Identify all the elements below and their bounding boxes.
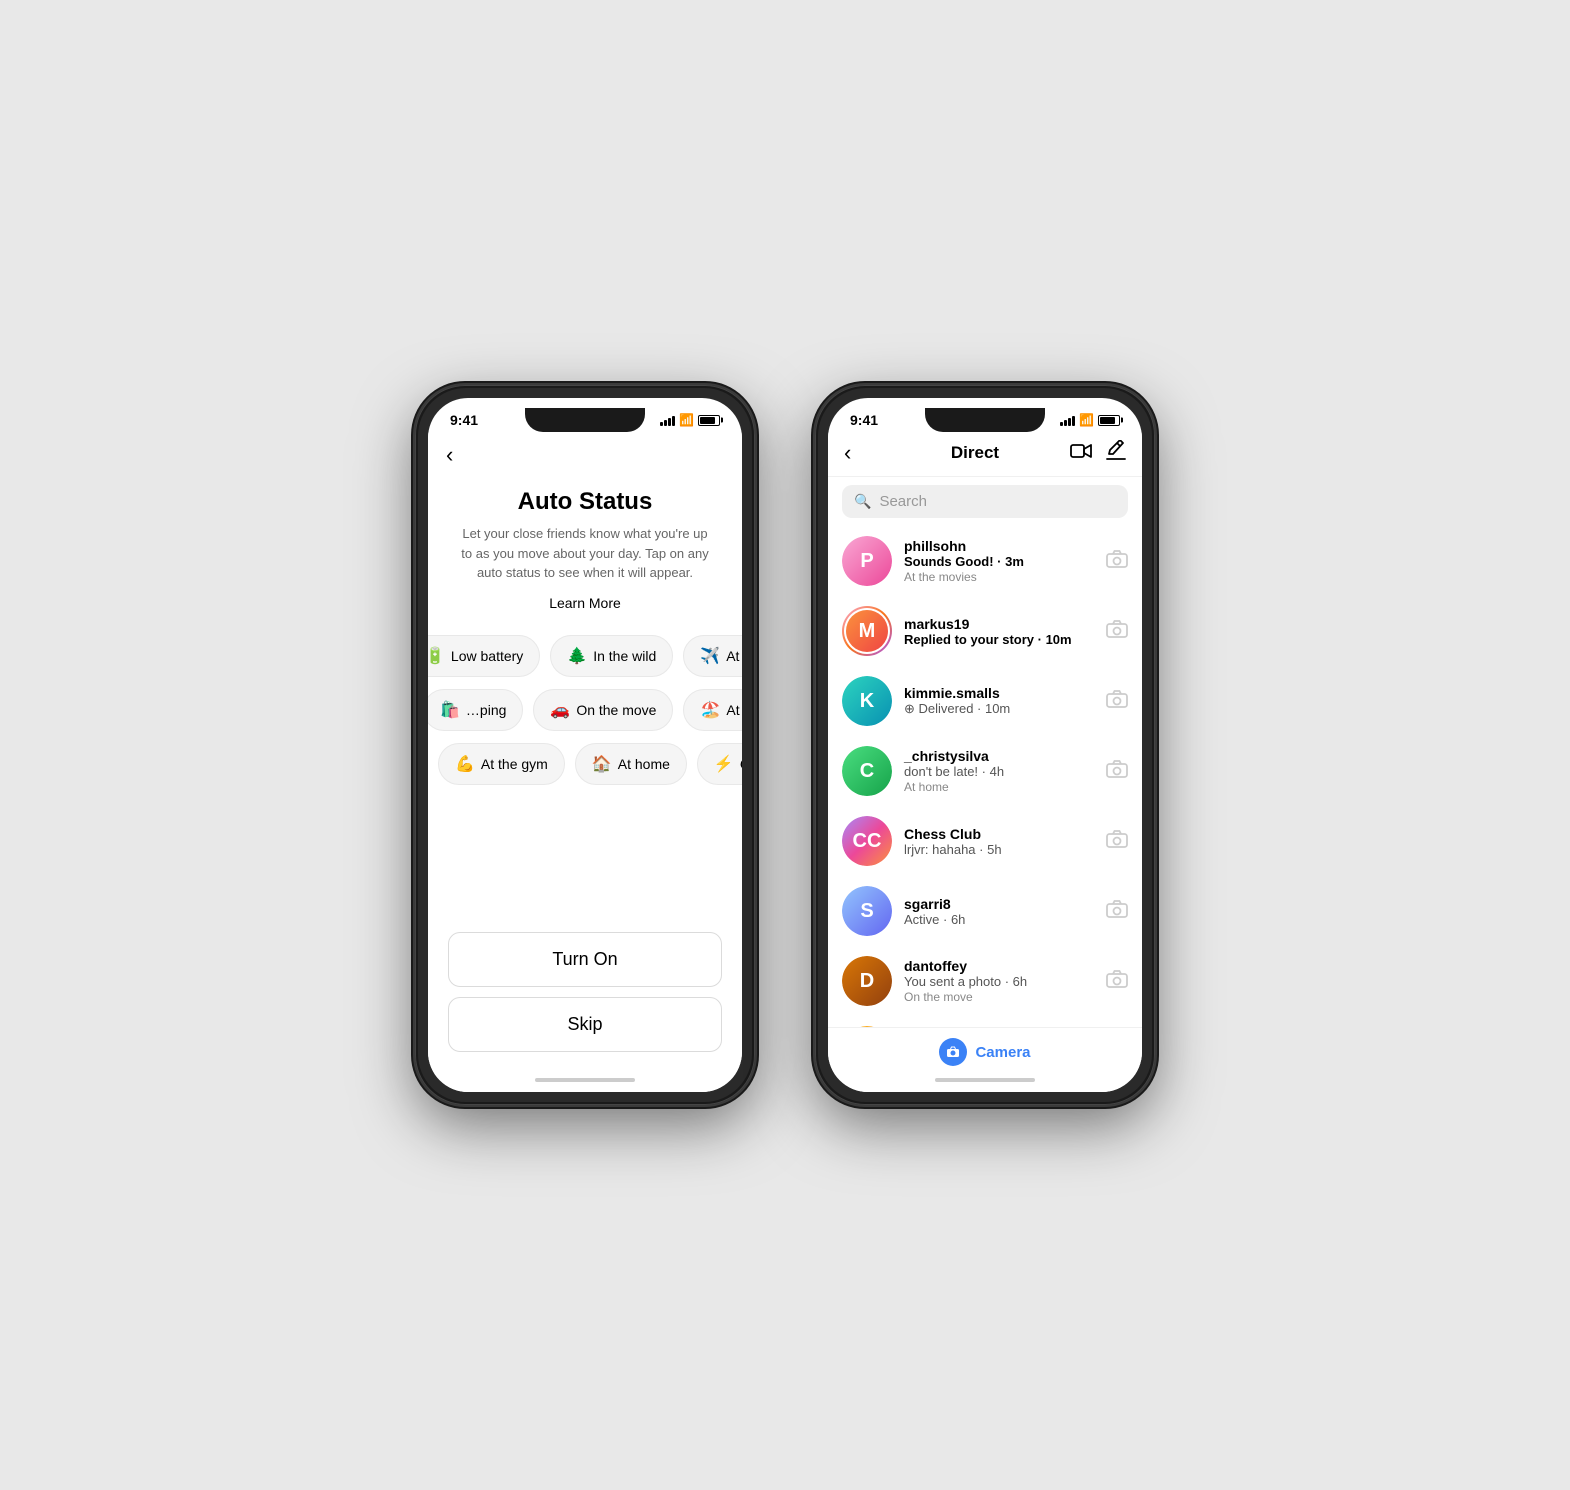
chips-row-1: 🔋 Low battery 🌲 In the wild ✈️ At t… [428,629,742,683]
auto-status-title: Auto Status [428,478,742,524]
notch [525,408,645,432]
conv-username: kimmie.smalls [904,685,1094,701]
camera-icon-conv[interactable] [1106,620,1128,643]
conv-message: Replied to your story · 10m [904,632,1094,647]
conv-item-markus19[interactable]: M markus19 Replied to your story · 10m [828,596,1142,666]
auto-status-screen: ‹ Auto Status Let your close friends kno… [428,432,742,1092]
conv-item-kimmie[interactable]: K kimmie.smalls ⊕ Delivered · 10m [828,666,1142,736]
chip-on-the-move[interactable]: 🚗 On the move [533,689,673,731]
conv-message: You sent a photo · 6h [904,974,1094,989]
home-indicator-left [535,1078,635,1082]
chip-at-beach[interactable]: 🏖️ At the beac… [683,689,742,731]
status-time-left: 9:41 [450,412,478,428]
conv-status: At home [904,780,1094,794]
skip-button[interactable]: Skip [448,997,722,1052]
chip-at-gym[interactable]: 💪 At the gym [438,743,565,785]
conv-item-chess[interactable]: CC Chess Club lrjvr: hahaha · 5h [828,806,1142,876]
back-button-direct[interactable]: ‹ [844,440,880,466]
conv-username: Chess Club [904,826,1094,842]
chip-at-home[interactable]: 🏠 At home [575,743,687,785]
avatar-phillsohn: P [842,536,892,586]
conv-message: lrjvr: hahaha · 5h [904,842,1094,857]
conv-username: _christysilva [904,748,1094,764]
camera-icon-conv[interactable] [1106,760,1128,783]
conv-item-chchoitoi[interactable]: C chchoitoi such a purday photo!!! · 6h [828,1016,1142,1027]
status-icons-left: 📶 [660,413,720,427]
camera-icon-conv[interactable] [1106,690,1128,713]
chip-in-the-wild[interactable]: 🌲 In the wild [550,635,673,677]
conv-body-chess: Chess Club lrjvr: hahaha · 5h [904,826,1094,857]
auto-status-description: Let your close friends know what you're … [428,524,742,587]
right-phone: 9:41 📶 ‹ [815,385,1155,1105]
conv-message: Active · 6h [904,912,1094,927]
conv-message: Sounds Good! · 3m [904,554,1094,569]
signal-icon-right [1060,414,1075,426]
conv-body-kimmie: kimmie.smalls ⊕ Delivered · 10m [904,685,1094,717]
camera-icon-conv[interactable] [1106,550,1128,573]
conv-status: At the movies [904,570,1094,584]
chip-charging[interactable]: ⚡ Ch… [697,743,742,785]
back-button[interactable]: ‹ [428,432,742,478]
avatar-markus19: M [842,606,892,656]
conv-message: don't be late! · 4h [904,764,1094,779]
conv-body-christy: _christysilva don't be late! · 4h At hom… [904,748,1094,794]
search-icon: 🔍 [854,493,871,510]
conv-body-dantoffey: dantoffey You sent a photo · 6h On the m… [904,958,1094,1004]
wifi-icon-right: 📶 [1079,413,1094,427]
compose-icon[interactable] [1106,440,1126,466]
conv-username: markus19 [904,616,1094,632]
conversations-list: P phillsohn Sounds Good! · 3m At the mov… [828,526,1142,1027]
camera-bar[interactable]: Camera [828,1027,1142,1072]
camera-icon-conv[interactable] [1106,830,1128,853]
search-bar[interactable]: 🔍 Search [842,485,1128,518]
conv-status: On the move [904,990,1094,1004]
chip-shopping[interactable]: 🛍️ …ping [428,689,523,731]
status-chips-area: 🔋 Low battery 🌲 In the wild ✈️ At t… [428,619,742,923]
avatar-kimmie: K [842,676,892,726]
home-indicator-right [935,1078,1035,1082]
battery-icon-right [1098,415,1120,426]
header-action-icons [1070,440,1126,466]
camera-icon-conv[interactable] [1106,900,1128,923]
chip-low-battery[interactable]: 🔋 Low battery [428,635,540,677]
camera-circle-icon [939,1038,967,1066]
avatar-dantoffey: D [842,956,892,1006]
conv-item-dantoffey[interactable]: D dantoffey You sent a photo · 6h On the… [828,946,1142,1016]
conv-message: ⊕ Delivered · 10m [904,701,1094,717]
direct-title: Direct [951,443,999,463]
left-phone: 9:41 📶 ‹ [415,385,755,1105]
camera-bar-content: Camera [828,1038,1142,1066]
signal-icon [660,414,675,426]
chip-at-airport[interactable]: ✈️ At t… [683,635,742,677]
notch-right [925,408,1045,432]
chips-row-2: 🛍️ …ping 🚗 On the move 🏖️ At the beac… [428,683,742,737]
conv-item-phillsohn[interactable]: P phillsohn Sounds Good! · 3m At the mov… [828,526,1142,596]
battery-icon [698,415,720,426]
camera-label: Camera [975,1044,1030,1061]
direct-header: ‹ Direct [828,432,1142,477]
conv-body-markus19: markus19 Replied to your story · 10m [904,616,1094,647]
learn-more-link[interactable]: Learn More [428,587,742,619]
wifi-icon: 📶 [679,413,694,427]
conv-item-christy[interactable]: C _christysilva don't be late! · 4h At h… [828,736,1142,806]
search-placeholder: Search [879,493,927,510]
camera-icon-conv[interactable] [1106,970,1128,993]
bottom-buttons: Turn On Skip [428,922,742,1072]
conv-body-sgarri: sgarri8 Active · 6h [904,896,1094,927]
conv-username: phillsohn [904,538,1094,554]
turn-on-button[interactable]: Turn On [448,932,722,987]
status-time-right: 9:41 [850,412,878,428]
conv-username: sgarri8 [904,896,1094,912]
conv-item-sgarri[interactable]: S sgarri8 Active · 6h [828,876,1142,946]
conv-username: dantoffey [904,958,1094,974]
conv-body-phillsohn: phillsohn Sounds Good! · 3m At the movie… [904,538,1094,584]
direct-screen: ‹ Direct [828,432,1142,1092]
chips-row-3: 💪 At the gym 🏠 At home ⚡ Ch… [428,737,742,791]
video-call-icon[interactable] [1070,442,1092,465]
avatar-chess: CC [842,816,892,866]
status-icons-right: 📶 [1060,413,1120,427]
avatar-christy: C [842,746,892,796]
avatar-sgarri: S [842,886,892,936]
